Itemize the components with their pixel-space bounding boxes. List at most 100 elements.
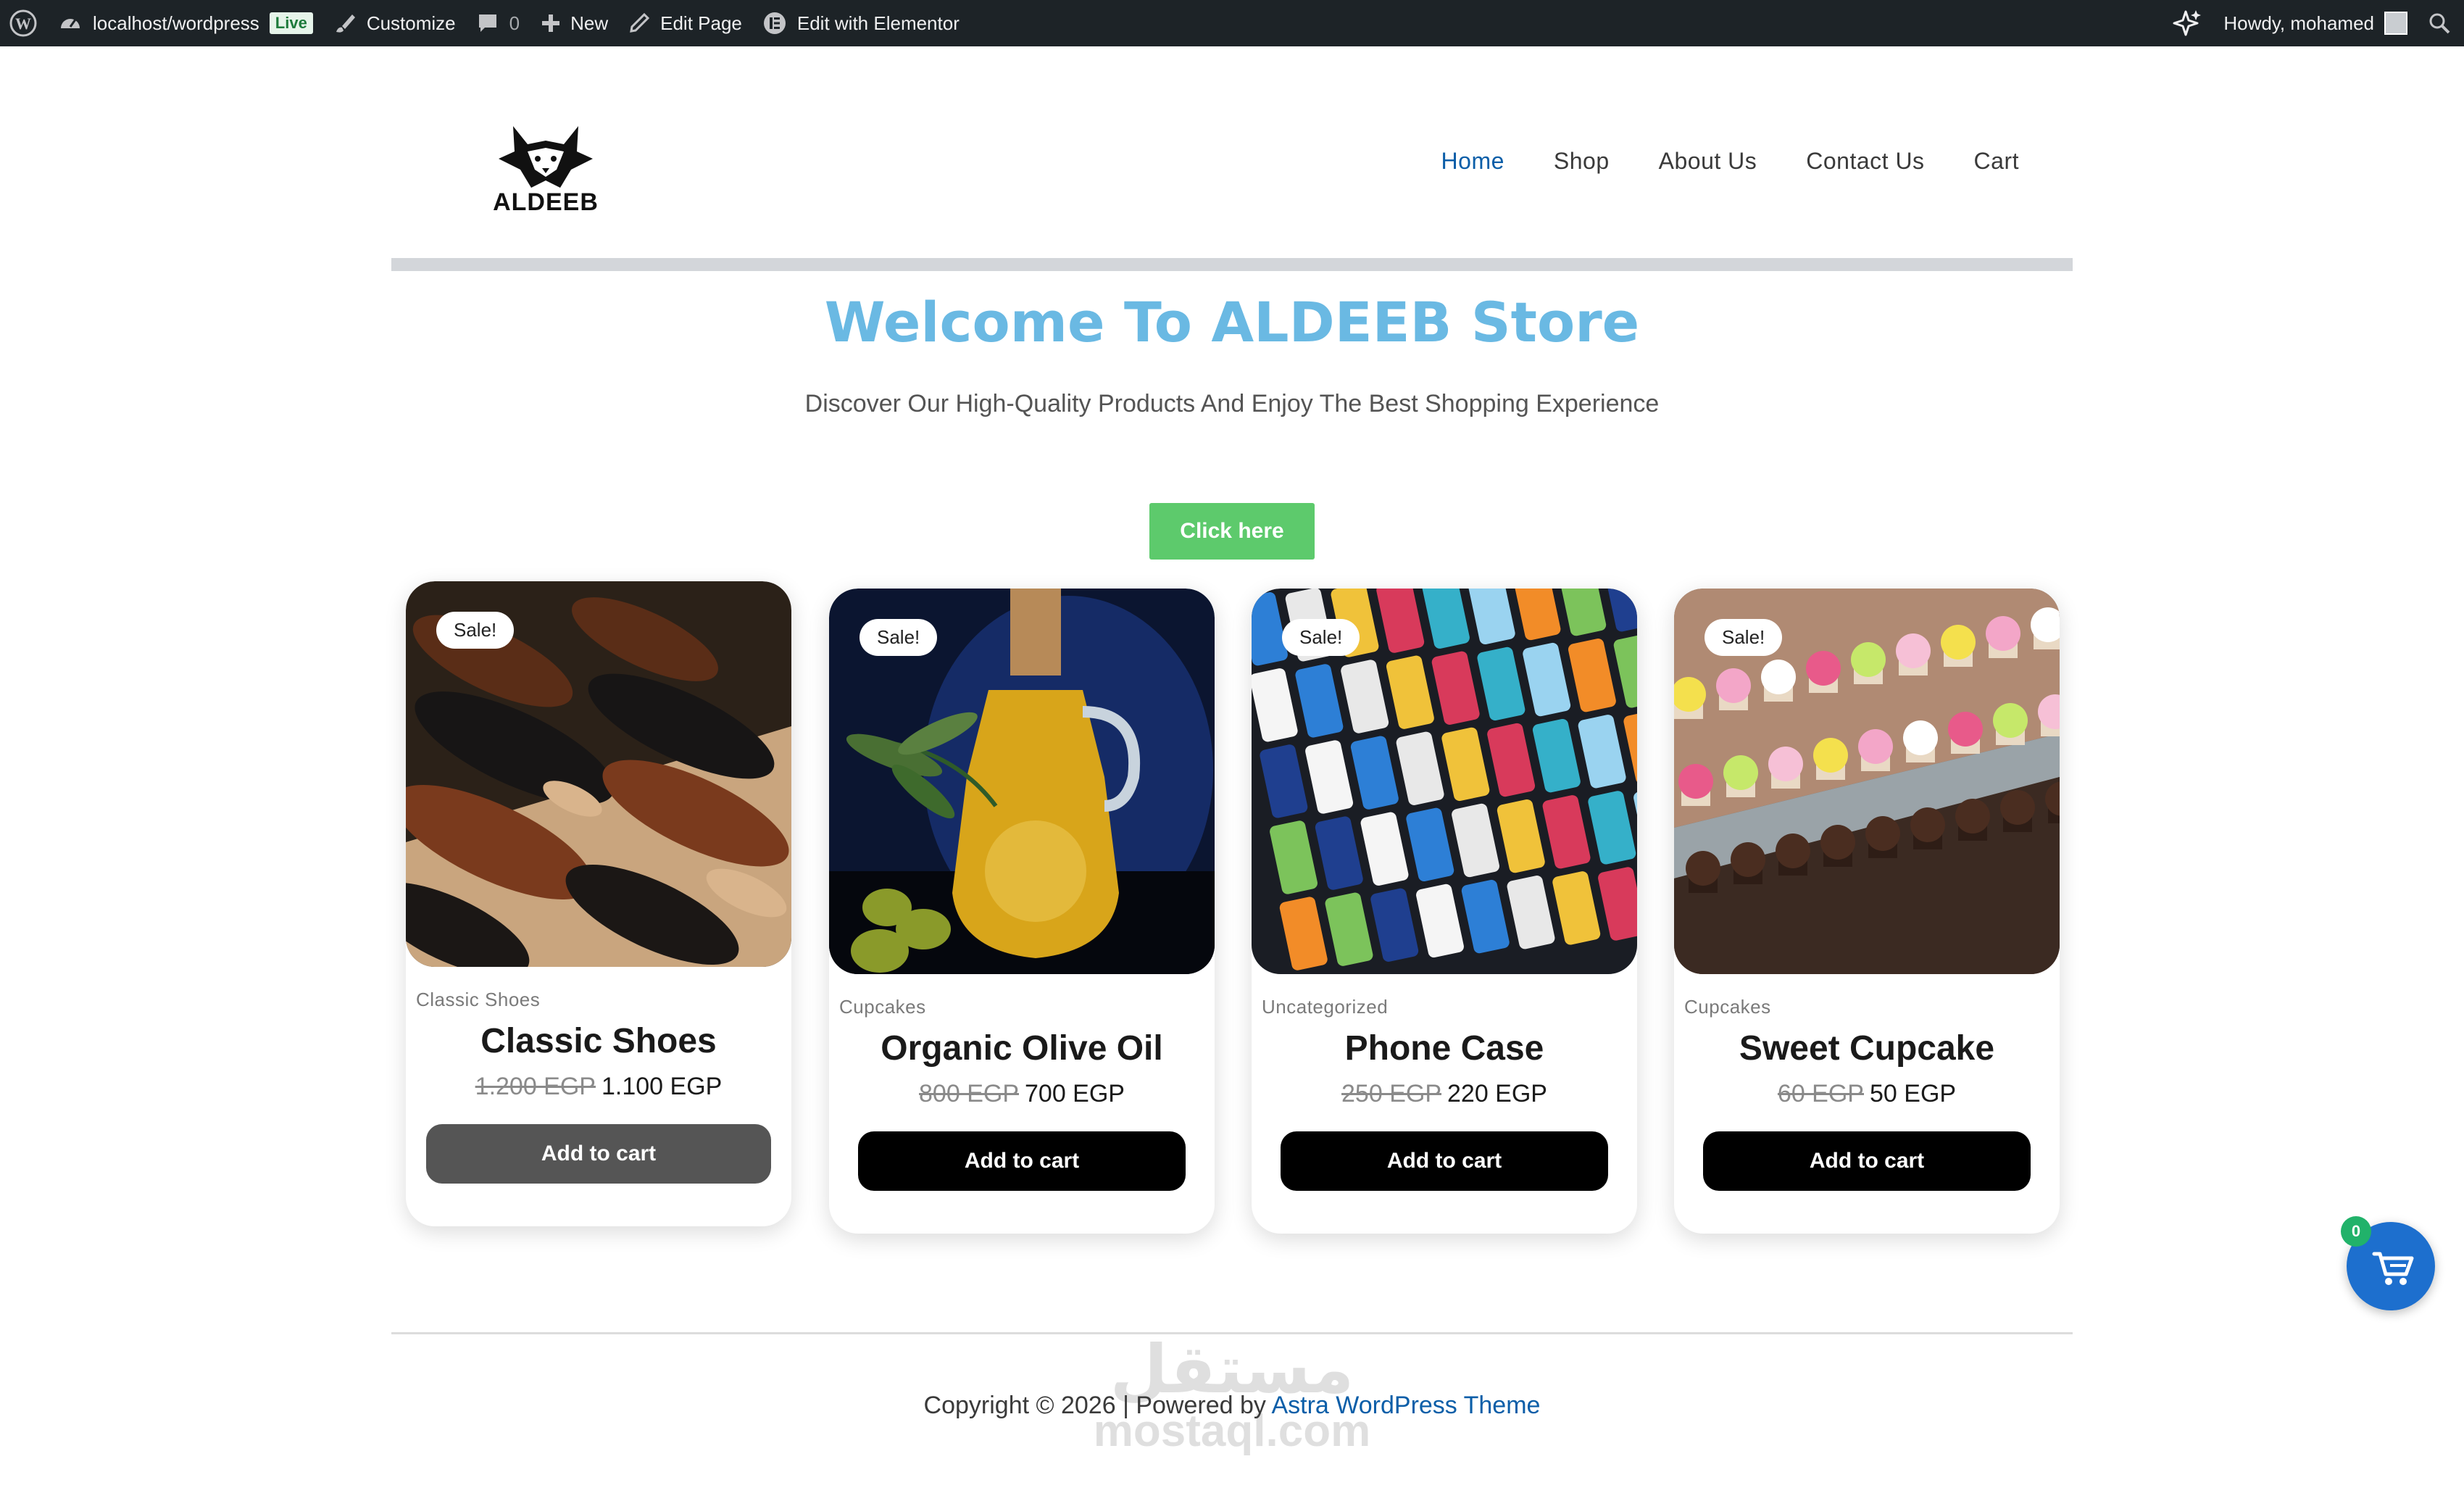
product-card-sweet-cupcake[interactable]: Sale! Cupcakes Sweet Cupcake 60 EGP 50 EG… bbox=[1674, 589, 2060, 1234]
cupcake-frosting bbox=[1910, 807, 1945, 842]
old-price: 60 EGP bbox=[1777, 1080, 1864, 1107]
cupcake-frosting bbox=[1768, 747, 1803, 781]
cupcake-frosting bbox=[1851, 642, 1886, 677]
cupcake-frosting bbox=[1941, 625, 1976, 660]
product-price: 250 EGP 220 EGP bbox=[1252, 1080, 1637, 1108]
logo-text: ALDEEB bbox=[493, 188, 599, 216]
edit-elementor-link[interactable]: Edit with Elementor bbox=[752, 0, 970, 46]
site-name-link[interactable]: localhost/wordpress Live bbox=[48, 0, 323, 46]
copyright-text: Copyright © 2026 | Powered by bbox=[923, 1392, 1272, 1419]
product-category[interactable]: Cupcakes bbox=[839, 996, 1215, 1018]
add-to-cart-button[interactable]: Add to cart bbox=[858, 1131, 1186, 1191]
product-image-olive-oil[interactable]: Sale! bbox=[829, 589, 1215, 974]
product-price: 1.200 EGP 1.100 EGP bbox=[406, 1073, 791, 1101]
sale-price: 700 EGP bbox=[1025, 1080, 1125, 1107]
avatar bbox=[2384, 12, 2407, 35]
product-image-shoes[interactable]: Sale! bbox=[406, 581, 791, 967]
product-title[interactable]: Organic Olive Oil bbox=[829, 1028, 1215, 1068]
nav-home[interactable]: Home bbox=[1441, 148, 1504, 175]
site-logo[interactable]: ALDEEB bbox=[484, 119, 607, 216]
site-header: ALDEEB Home Shop About Us Contact Us Car… bbox=[391, 46, 2073, 257]
customize-label: Customize bbox=[366, 12, 456, 34]
product-category[interactable]: Uncategorized bbox=[1262, 996, 1637, 1018]
cupcake-frosting bbox=[1806, 651, 1841, 686]
sale-price: 50 EGP bbox=[1870, 1080, 1957, 1107]
product-image-phone-case[interactable]: Sale! bbox=[1252, 589, 1637, 974]
floating-cart-button[interactable]: 0 bbox=[2341, 1216, 2435, 1310]
cupcake-frosting bbox=[1716, 668, 1751, 703]
hero-title: Welcome To ALDEEB Store bbox=[824, 290, 1640, 354]
site-name: localhost/wordpress bbox=[93, 12, 259, 34]
product-price: 60 EGP 50 EGP bbox=[1674, 1080, 2060, 1108]
cupcake-frosting bbox=[1948, 712, 1983, 747]
add-to-cart-button[interactable]: Add to cart bbox=[426, 1124, 771, 1184]
product-card-classic-shoes[interactable]: Sale! Classic Shoes Classic Shoes 1.200 … bbox=[406, 581, 791, 1226]
hero-click-button[interactable]: Click here bbox=[1149, 503, 1315, 560]
cupcake-frosting bbox=[1731, 842, 1765, 877]
brush-icon bbox=[336, 14, 355, 33]
new-content-link[interactable]: New bbox=[530, 0, 618, 46]
comments-link[interactable]: 0 bbox=[466, 0, 530, 46]
footer-copyright: Copyright © 2026 | Powered by Astra Word… bbox=[0, 1392, 2464, 1420]
product-title[interactable]: Sweet Cupcake bbox=[1674, 1028, 2060, 1068]
customize-link[interactable]: Customize bbox=[323, 0, 466, 46]
product-image-cupcake[interactable]: Sale! bbox=[1674, 589, 2060, 974]
sale-badge: Sale! bbox=[1705, 619, 1783, 656]
astra-theme-link[interactable]: Astra WordPress Theme bbox=[1271, 1392, 1540, 1419]
cupcake-frosting bbox=[1686, 851, 1720, 886]
cupcake-frosting bbox=[2000, 790, 2035, 825]
cupcake-frosting bbox=[1723, 755, 1758, 790]
cupcake-frosting bbox=[1820, 825, 1855, 860]
cart-count-badge: 0 bbox=[2341, 1216, 2371, 1247]
old-price: 250 EGP bbox=[1341, 1080, 1441, 1107]
cupcake-frosting bbox=[1761, 660, 1796, 694]
cupcake-frosting bbox=[1993, 703, 2028, 738]
comments-count: 0 bbox=[509, 12, 520, 34]
product-card-organic-olive-oil[interactable]: Sale! Cupcakes Organic Olive Oil 800 EGP… bbox=[829, 589, 1215, 1234]
cupcake-frosting bbox=[1865, 816, 1900, 851]
new-label: New bbox=[570, 12, 609, 34]
cupcake-frosting bbox=[1858, 729, 1893, 764]
wordpress-icon: W bbox=[9, 9, 37, 37]
add-to-cart-button[interactable]: Add to cart bbox=[1703, 1131, 2031, 1191]
user-account-menu[interactable]: Howdy, mohamed bbox=[2213, 0, 2418, 46]
add-to-cart-button[interactable]: Add to cart bbox=[1281, 1131, 1608, 1191]
product-title[interactable]: Classic Shoes bbox=[406, 1021, 791, 1061]
sale-badge: Sale! bbox=[436, 612, 515, 649]
admin-search-button[interactable] bbox=[2418, 0, 2464, 46]
cupcake-frosting bbox=[1986, 616, 2020, 651]
sale-price: 1.100 EGP bbox=[602, 1073, 723, 1100]
nav-about-us[interactable]: About Us bbox=[1659, 148, 1757, 175]
edit-page-label: Edit Page bbox=[660, 12, 742, 34]
nav-shop[interactable]: Shop bbox=[1554, 148, 1610, 175]
elementor-icon bbox=[763, 12, 786, 34]
nav-contact-us[interactable]: Contact Us bbox=[1806, 148, 1924, 175]
product-category[interactable]: Classic Shoes bbox=[416, 989, 791, 1011]
plus-icon bbox=[542, 14, 560, 32]
sparkle-icon bbox=[2173, 10, 2202, 36]
hero-subtitle: Discover Our High-Quality Products And E… bbox=[804, 390, 1660, 417]
sale-badge: Sale! bbox=[860, 619, 938, 656]
wordpress-logo-button[interactable]: W bbox=[0, 0, 48, 46]
header-divider-bar bbox=[391, 258, 2073, 271]
edit-elementor-label: Edit with Elementor bbox=[796, 12, 960, 34]
product-title[interactable]: Phone Case bbox=[1252, 1028, 1637, 1068]
cupcake-frosting bbox=[1955, 799, 1990, 834]
edit-page-link[interactable]: Edit Page bbox=[618, 0, 752, 46]
old-price: 800 EGP bbox=[919, 1080, 1019, 1107]
cupcake-frosting bbox=[1896, 633, 1931, 668]
svg-text:W: W bbox=[15, 14, 31, 33]
main-navigation: Home Shop About Us Contact Us Cart bbox=[1441, 148, 2019, 175]
howdy-label: Howdy, mohamed bbox=[2223, 12, 2374, 34]
admin-bar: W localhost/wordpress Live Customize 0 N… bbox=[0, 0, 2464, 46]
old-price: 1.200 EGP bbox=[475, 1073, 596, 1100]
product-price: 800 EGP 700 EGP bbox=[829, 1080, 1215, 1108]
cupcake-frosting bbox=[1678, 764, 1713, 799]
nav-cart[interactable]: Cart bbox=[1974, 148, 2019, 175]
sale-price: 220 EGP bbox=[1447, 1080, 1547, 1107]
cupcake-frosting bbox=[1903, 720, 1938, 755]
cupcake-frosting bbox=[1813, 738, 1848, 773]
product-card-phone-case[interactable]: Sale! Uncategorized Phone Case 250 EGP 22… bbox=[1252, 589, 1637, 1234]
ai-sparkle-button[interactable] bbox=[2161, 0, 2213, 46]
product-category[interactable]: Cupcakes bbox=[1684, 996, 2060, 1018]
